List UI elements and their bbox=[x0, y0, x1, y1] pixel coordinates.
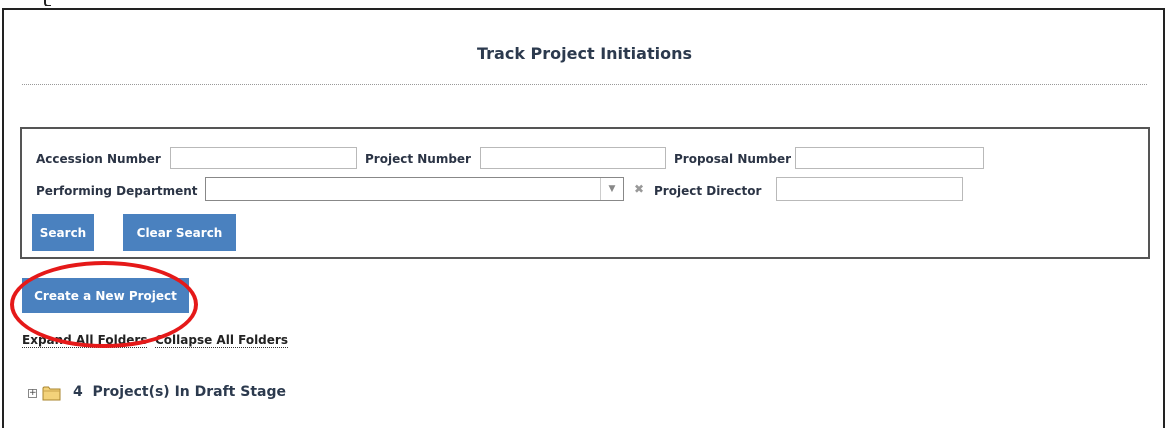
highlight-circle-annotation bbox=[10, 261, 198, 348]
accession-number-label: Accession Number bbox=[36, 152, 161, 166]
chevron-down-icon[interactable]: ▼ bbox=[600, 178, 623, 200]
tree-folder-label: 4 Project(s) In Draft Stage bbox=[73, 384, 286, 400]
folder-count: 4 bbox=[73, 384, 83, 400]
page-title: Track Project Initiations bbox=[477, 44, 692, 63]
proposal-number-label: Proposal Number bbox=[674, 152, 792, 166]
search-panel: Accession Number Project Number Proposal… bbox=[20, 127, 1150, 259]
accession-number-input[interactable] bbox=[170, 147, 357, 169]
window-edge-fragment bbox=[40, 0, 60, 6]
project-number-label: Project Number bbox=[365, 152, 471, 166]
folder-icon bbox=[42, 386, 61, 401]
title-divider bbox=[22, 84, 1147, 85]
project-number-input[interactable] bbox=[480, 147, 666, 169]
clear-search-button[interactable]: Clear Search bbox=[123, 214, 236, 251]
search-button[interactable]: Search bbox=[32, 214, 94, 251]
expand-plus-icon[interactable]: + bbox=[28, 389, 37, 398]
performing-department-label: Performing Department bbox=[36, 184, 198, 198]
project-director-input[interactable] bbox=[776, 177, 963, 201]
performing-department-select[interactable]: ▼ bbox=[205, 177, 624, 201]
folder-name: Project(s) In Draft Stage bbox=[92, 384, 287, 400]
project-director-label: Project Director bbox=[654, 184, 762, 198]
clear-selection-icon[interactable]: ✖ bbox=[634, 182, 644, 196]
proposal-number-input[interactable] bbox=[795, 147, 984, 169]
collapse-all-folders-link[interactable]: Collapse All Folders bbox=[155, 333, 288, 348]
